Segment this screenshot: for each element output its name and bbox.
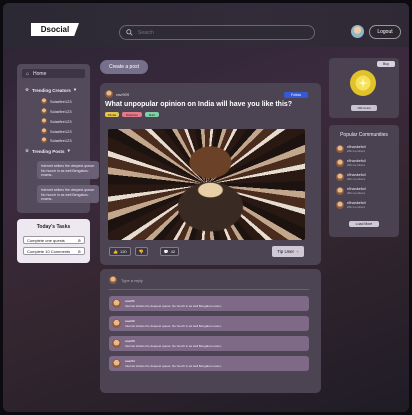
top-navbar: Dsocial Logout xyxy=(3,3,409,47)
load-more-button[interactable]: Load More xyxy=(349,221,379,227)
avatar xyxy=(41,137,47,143)
comment-icon: 💬 xyxy=(163,249,169,254)
post-image[interactable] xyxy=(108,129,305,240)
tasks-title: Today's Tasks xyxy=(36,224,71,230)
comment-item[interactable]: user03 Internet strikes the deepest queue… xyxy=(109,336,309,351)
sparkle-icon xyxy=(358,78,368,88)
community-item[interactable]: r/thankefoil 20k members xyxy=(336,173,366,181)
avatar xyxy=(41,128,47,134)
search-bar[interactable] xyxy=(119,25,315,40)
avatar xyxy=(109,276,117,284)
trending-icon: ☆ xyxy=(25,148,30,153)
chevron-down-icon: ▾ xyxy=(67,148,70,153)
creator-item[interactable]: Solarfire123 xyxy=(41,98,72,104)
avatar xyxy=(41,108,47,114)
trending-icon: ☆ xyxy=(25,87,30,92)
dislike-button[interactable]: 👎 xyxy=(134,247,148,256)
creator-item[interactable]: Solarfire123 xyxy=(41,118,72,124)
sidebar-item-label: Home xyxy=(33,70,47,77)
thumbs-down-icon: 👎 xyxy=(138,249,144,254)
todays-tasks-panel: Today's Tasks Complete one quests ⊘ Comp… xyxy=(17,219,90,263)
post-actions: 👍 120 👎 💬 42 xyxy=(109,247,180,256)
comment-item[interactable]: user01 Internet strikes the deepest queue… xyxy=(109,296,309,311)
comment-item[interactable]: user04 Internet strikes the deepest queue… xyxy=(109,356,309,371)
search-icon xyxy=(126,29,133,36)
post-title: What unpopular opinion on India will hav… xyxy=(105,101,293,108)
tip-user-button[interactable]: Tip User ● xyxy=(272,246,304,257)
check-circle-icon: ⊘ xyxy=(77,237,81,243)
creator-item[interactable]: Solarfire123 xyxy=(41,128,72,134)
avatar xyxy=(336,159,344,167)
avatar xyxy=(41,118,47,124)
avatar xyxy=(105,90,113,98)
left-sidebar: ⌂ Home ☆ Trending Creators ▾ Solarfire12… xyxy=(17,64,99,213)
buy-button[interactable]: Buy xyxy=(377,61,395,67)
task-item[interactable]: Complete one quests ⊘ xyxy=(23,236,85,244)
post-tag[interactable]: #Opinion xyxy=(122,112,142,117)
community-item[interactable]: r/thankefoil 20k members xyxy=(336,187,366,195)
follow-button[interactable]: Follow xyxy=(284,92,308,98)
comment-item[interactable]: user02 Internet strikes the deepest queue… xyxy=(109,316,309,331)
coin-icon xyxy=(350,70,376,96)
coin-balance-button[interactable]: 100 Coins xyxy=(351,105,377,111)
avatar xyxy=(336,173,344,181)
app-logo[interactable]: Dsocial xyxy=(31,23,79,36)
create-post-button[interactable]: Create a post xyxy=(100,60,148,74)
comments-section: Type a reply user01 Internet strikes the … xyxy=(100,269,321,393)
coin-icon: ● xyxy=(296,249,299,254)
trending-creators-header[interactable]: ☆ Trending Creators ▾ xyxy=(25,87,76,93)
avatar xyxy=(336,201,344,209)
post-card: ravi909 Follow What unpopular opinion on… xyxy=(100,83,321,265)
avatar xyxy=(112,359,121,368)
home-icon: ⌂ xyxy=(26,70,30,77)
thumbs-up-icon: 👍 xyxy=(113,249,118,254)
sidebar-item-home[interactable]: ⌂ Home xyxy=(22,69,85,78)
reply-input[interactable]: Type a reply xyxy=(109,276,143,284)
community-item[interactable]: r/thankefoil 20k members xyxy=(336,145,366,153)
creator-item[interactable]: Solarfire123 xyxy=(41,108,72,114)
trending-post-card[interactable]: Internet strikes the deepest queue. No h… xyxy=(37,161,99,179)
avatar xyxy=(112,319,121,328)
post-tag[interactable]: #Hot xyxy=(145,112,159,117)
post-author[interactable]: ravi909 xyxy=(105,90,129,98)
coins-card: Buy 100 Coins xyxy=(329,58,399,118)
comment-button[interactable]: 💬 42 xyxy=(159,247,180,256)
trending-posts-header[interactable]: ☆ Trending Posts ▾ xyxy=(25,148,70,154)
creator-item[interactable]: Solarfire123 xyxy=(41,137,72,143)
logout-button[interactable]: Logout xyxy=(369,25,401,39)
avatar xyxy=(336,187,344,195)
divider xyxy=(109,289,309,290)
user-avatar[interactable] xyxy=(351,25,364,38)
chevron-down-icon: ▾ xyxy=(73,87,77,92)
avatar xyxy=(336,145,344,153)
trending-post-card[interactable]: Internet strikes the deepest queue. No h… xyxy=(37,185,99,203)
popular-communities-panel: Popular Communities r/thankefoil 20k memb… xyxy=(329,125,399,237)
avatar xyxy=(41,98,47,104)
search-input[interactable] xyxy=(138,29,298,36)
like-button[interactable]: 👍 120 xyxy=(109,247,131,256)
community-item[interactable]: r/thankefoil 20k members xyxy=(336,159,366,167)
check-circle-icon: ⊘ xyxy=(77,248,81,254)
post-tag[interactable]: #India xyxy=(105,112,119,117)
avatar xyxy=(112,299,121,308)
avatar xyxy=(112,339,121,348)
community-item[interactable]: r/thankefoil 20k members xyxy=(336,201,366,209)
app-frame: Dsocial Logout ⌂ Home ☆ Trending Creator… xyxy=(3,3,409,412)
task-item[interactable]: Complete 10 Comments ⊘ xyxy=(23,247,85,255)
communities-title: Popular Communities xyxy=(340,132,388,138)
